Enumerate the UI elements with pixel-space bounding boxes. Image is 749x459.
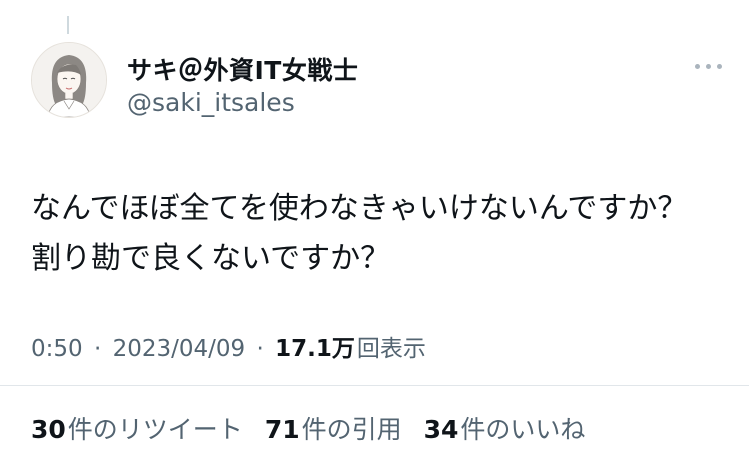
more-dot xyxy=(705,63,711,69)
more-dot xyxy=(716,63,722,69)
avatar-illustration-icon xyxy=(32,43,106,117)
likes-label: 件のいいね xyxy=(460,415,586,444)
quotes-stat[interactable]: 71件の引用 xyxy=(265,410,402,446)
engagement-stats: 30件のリツイート 71件の引用 34件のいいね xyxy=(31,410,585,446)
views-label[interactable]: 回表示 xyxy=(357,336,426,362)
thread-connector-line xyxy=(67,16,69,34)
retweets-count: 30 xyxy=(31,415,66,444)
meta-separator: · xyxy=(93,336,102,362)
retweets-stat[interactable]: 30件のリツイート xyxy=(31,410,243,446)
quotes-label: 件の引用 xyxy=(301,415,402,444)
likes-stat[interactable]: 34件のいいね xyxy=(424,410,586,446)
more-dot xyxy=(694,63,700,69)
tweet-date[interactable]: 2023/04/09 xyxy=(113,336,246,362)
views-count[interactable]: 17.1万 xyxy=(275,336,355,362)
author-display-name[interactable]: サキ＠外資IT女戦士 xyxy=(127,51,358,87)
tweet-text-line: なんでほぼ全てを使わなきゃいけないんですか？ xyxy=(31,191,688,226)
avatar[interactable] xyxy=(31,42,107,118)
meta-separator: · xyxy=(256,336,264,362)
divider xyxy=(0,385,749,386)
tweet-text-line: 割り勘で良くないですか？ xyxy=(31,241,391,276)
retweets-label: 件のリツイート xyxy=(67,415,243,444)
likes-count: 34 xyxy=(423,415,459,444)
tweet-meta: 0:50 · 2023/04/09 · 17.1万回表示 xyxy=(31,329,426,363)
tweet-time[interactable]: 0:50 xyxy=(31,336,83,362)
quotes-count: 71 xyxy=(264,415,300,444)
tweet-text: なんでほぼ全てを使わなきゃいけないんですか？ 割り勘で良くないですか？ xyxy=(31,184,687,284)
more-options-icon[interactable] xyxy=(688,56,728,76)
author-handle[interactable]: @saki_itsales xyxy=(127,88,295,117)
